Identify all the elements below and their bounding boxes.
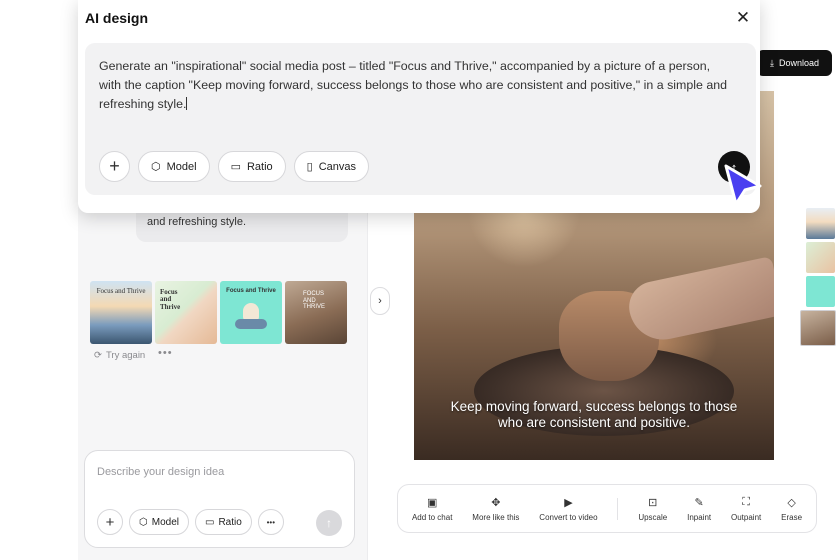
inpaint-button[interactable]: ✎ Inpaint xyxy=(687,495,712,523)
canvas-label: Canvas xyxy=(318,160,357,173)
more-like-this-label: More like this xyxy=(472,513,520,522)
hand-illustration xyxy=(624,256,774,346)
hd-icon: ⊡ xyxy=(648,496,658,509)
prompt-text: Generate an "inspirational" social media… xyxy=(99,59,727,111)
brush-icon: ✎ xyxy=(694,496,704,509)
add-to-chat-button[interactable]: ▣ Add to chat xyxy=(411,495,453,523)
prompt-bubble-text: and refreshing style. xyxy=(147,216,247,228)
expand-icon: ⛶ xyxy=(742,495,750,508)
thumbnail-1[interactable]: Focus and Thrive xyxy=(90,281,152,344)
modal-title: AI design xyxy=(85,10,149,26)
video-icon: ▶ xyxy=(564,496,573,509)
thumbnail-2-text: Focus and Thrive xyxy=(160,288,181,311)
ratio-button[interactable]: ▭ Ratio xyxy=(217,151,286,182)
outpaint-label: Outpaint xyxy=(731,513,762,522)
add-to-chat-label: Add to chat xyxy=(411,513,453,522)
convert-to-video-label: Convert to video xyxy=(539,513,598,522)
chat-input-controls: + ⬡ Model ▭ Ratio ••• xyxy=(97,509,284,535)
thumbnail-3-text: Focus and Thrive xyxy=(226,288,276,294)
chat-ratio-button[interactable]: ▭ Ratio xyxy=(194,509,252,535)
prompt-input-box: Generate an "inspirational" social media… xyxy=(85,43,756,195)
page-thumbnail-3[interactable] xyxy=(806,276,835,307)
eraser-icon: ◇ xyxy=(787,496,796,509)
inpaint-label: Inpaint xyxy=(687,513,712,522)
download-label: Download xyxy=(778,58,819,68)
close-icon: ✕ xyxy=(735,8,751,27)
mouse-cursor-icon xyxy=(724,164,762,206)
refresh-icon: ⟳ xyxy=(94,350,102,361)
chat-input-box: Describe your design idea + ⬡ Model ▭ Ra… xyxy=(84,450,355,548)
text-caret xyxy=(186,97,188,110)
canvas-icon: ▯ xyxy=(306,161,313,173)
thumbnail-1-text: Focus and Thrive xyxy=(96,287,146,295)
generated-thumbnails: Focus and Thrive Focus and Thrive Focus … xyxy=(90,281,347,344)
page-thumbnail-4[interactable] xyxy=(800,310,836,346)
cube-icon: ⬡ xyxy=(151,161,161,173)
thumbnail-4-text: FOCUS AND THRIVE xyxy=(303,291,326,311)
try-again-label: Try again xyxy=(105,350,146,361)
page-thumbnail-2[interactable] xyxy=(806,242,835,273)
chevron-right-icon: › xyxy=(378,295,382,307)
plus-icon: + xyxy=(109,156,120,176)
arrow-up-icon: ↑ xyxy=(326,516,332,530)
thumbnail-4[interactable]: FOCUS AND THRIVE xyxy=(285,281,347,344)
page-thumbnails xyxy=(800,208,836,346)
chat-model-button[interactable]: ⬡ Model xyxy=(129,509,189,535)
ratio-icon: ▭ xyxy=(230,161,241,173)
ratio-label: Ratio xyxy=(246,160,273,173)
sparkle-grid-icon: ✥ xyxy=(491,496,501,509)
thumbnail-3[interactable]: Focus and Thrive xyxy=(220,281,282,344)
convert-to-video-button[interactable]: ▶ Convert to video xyxy=(539,495,598,523)
ai-design-modal: AI design ✕ Generate an "inspirational" … xyxy=(78,0,760,213)
prompt-textarea[interactable]: Generate an "inspirational" social media… xyxy=(99,57,729,114)
image-toolbar: ▣ Add to chat ✥ More like this ▶ Convert… xyxy=(397,484,817,533)
chat-more-button[interactable]: ••• xyxy=(257,509,284,535)
plus-icon: + xyxy=(105,513,115,531)
image-plus-icon: ▣ xyxy=(426,496,438,509)
thumbnails-more-button[interactable]: ••• xyxy=(158,347,173,359)
collapse-panel-button[interactable]: › xyxy=(370,287,390,315)
close-button[interactable]: ✕ xyxy=(734,8,752,27)
add-attachment-button[interactable]: + xyxy=(97,509,123,535)
download-button[interactable]: ⤓ Download xyxy=(757,50,832,76)
download-icon: ⤓ xyxy=(769,57,774,68)
upscale-label: Upscale xyxy=(638,513,668,522)
prompt-controls: + ⬡ Model ▭ Ratio ▯ Canvas xyxy=(99,151,370,182)
prompt-add-button[interactable]: + xyxy=(99,151,130,182)
design-idea-input[interactable]: Describe your design idea xyxy=(97,466,224,478)
cube-icon: ⬡ xyxy=(139,516,148,528)
send-button[interactable]: ↑ xyxy=(316,510,342,536)
outpaint-button[interactable]: ⛶ Outpaint xyxy=(731,495,762,523)
page-thumbnail-1[interactable] xyxy=(806,208,835,239)
meditation-figure-body xyxy=(235,319,267,329)
chat-ratio-label: Ratio xyxy=(218,516,242,528)
more-like-this-button[interactable]: ✥ More like this xyxy=(472,495,520,523)
model-label: Model xyxy=(166,160,197,173)
toolbar-divider xyxy=(617,497,619,520)
chat-more-dots: ••• xyxy=(266,517,275,527)
erase-button[interactable]: ◇ Erase xyxy=(781,495,803,523)
erase-label: Erase xyxy=(781,513,803,522)
canvas-button[interactable]: ▯ Canvas xyxy=(293,151,370,182)
chat-model-label: Model xyxy=(151,516,179,528)
thumbnail-2[interactable]: Focus and Thrive xyxy=(155,281,217,344)
upscale-button[interactable]: ⊡ Upscale xyxy=(638,495,668,523)
ratio-icon: ▭ xyxy=(204,516,215,528)
try-again-button[interactable]: ⟳ Try again xyxy=(94,350,145,361)
model-button[interactable]: ⬡ Model xyxy=(138,151,210,182)
image-caption: Keep moving forward, success belongs to … xyxy=(450,399,738,430)
